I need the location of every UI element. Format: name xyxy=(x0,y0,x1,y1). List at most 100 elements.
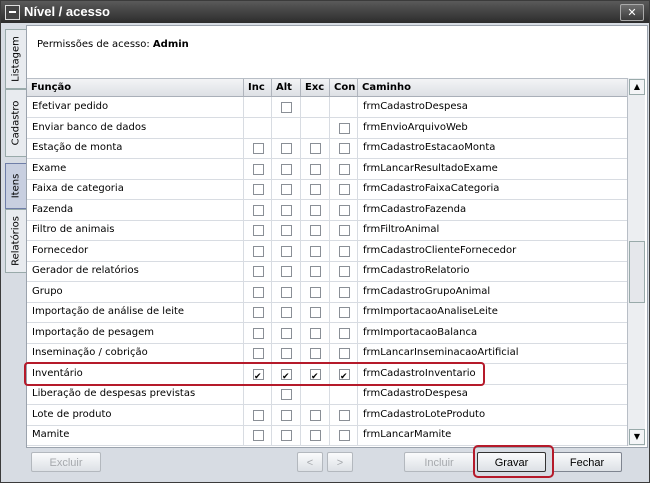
table-row[interactable]: Estação de monta frmCadastroEstacaoMonta xyxy=(27,138,628,159)
checkbox-inc[interactable] xyxy=(253,286,264,298)
table-row[interactable]: Mamite frmLancarMamite xyxy=(27,425,628,446)
scroll-up-arrow-icon[interactable]: ▲ xyxy=(629,79,645,95)
checkbox-exc[interactable] xyxy=(310,266,321,277)
checkbox-con[interactable] xyxy=(339,367,350,384)
checkbox-con[interactable] xyxy=(339,225,350,236)
checkbox-alt[interactable] xyxy=(281,327,292,339)
table-row[interactable]: Efetivar pedido frmCadastroDespesa xyxy=(27,97,628,118)
checkbox-alt[interactable] xyxy=(281,389,292,400)
incluir-button[interactable]: Incluir xyxy=(404,452,474,472)
column-header-con[interactable]: Con xyxy=(330,79,358,96)
window-menu-icon[interactable] xyxy=(5,5,20,20)
checkbox-exc[interactable] xyxy=(310,143,321,154)
checkbox-inc[interactable] xyxy=(253,348,264,359)
fechar-button[interactable]: Fechar xyxy=(552,452,622,472)
prev-button[interactable]: < xyxy=(297,452,323,472)
checkbox-exc[interactable] xyxy=(310,327,321,339)
checkbox-con[interactable] xyxy=(339,245,350,257)
checkbox-inc[interactable] xyxy=(253,266,264,277)
checkbox-con[interactable] xyxy=(339,266,350,277)
tab-itens[interactable]: Itens xyxy=(5,163,27,209)
next-button[interactable]: > xyxy=(327,452,353,472)
column-header-alt[interactable]: Alt xyxy=(272,79,301,96)
checkbox-con[interactable] xyxy=(339,409,350,421)
checkbox-con[interactable] xyxy=(339,204,350,216)
checkbox-inc[interactable] xyxy=(253,184,264,195)
checkbox-con[interactable] xyxy=(339,348,350,359)
checkbox-exc[interactable] xyxy=(310,367,321,384)
checkbox-alt[interactable] xyxy=(281,143,292,154)
checkbox-inc[interactable] xyxy=(253,409,264,421)
vertical-scrollbar[interactable]: ▲ ▼ xyxy=(627,78,645,446)
table-row[interactable]: Inventário frmCadastroInventario xyxy=(27,363,628,385)
table-row[interactable]: Lote de produto frmCadastroLoteProduto xyxy=(27,404,628,426)
checkbox-alt[interactable] xyxy=(281,163,292,175)
checkbox-exc[interactable] xyxy=(310,184,321,195)
tab-cadastro[interactable]: Cadastro xyxy=(5,89,27,157)
checkbox-alt[interactable] xyxy=(281,266,292,277)
checkbox-inc[interactable] xyxy=(253,245,264,257)
checkbox-alt[interactable] xyxy=(281,286,292,298)
column-header-caminho[interactable]: Caminho xyxy=(358,79,628,96)
checkbox-inc[interactable] xyxy=(253,143,264,154)
table-row[interactable]: Fazenda frmCadastroFazenda xyxy=(27,199,628,221)
table-row[interactable]: Importação de análise de leite frmImporta… xyxy=(27,302,628,323)
checkbox-alt[interactable] xyxy=(281,409,292,421)
checkbox-con[interactable] xyxy=(339,184,350,195)
checkbox-con[interactable] xyxy=(339,143,350,154)
checkbox-alt[interactable] xyxy=(281,245,292,257)
cell-exc xyxy=(301,261,330,281)
checkbox-exc[interactable] xyxy=(310,348,321,359)
checkbox-inc[interactable] xyxy=(253,367,264,384)
column-header-inc[interactable]: Inc xyxy=(244,79,272,96)
checkbox-exc[interactable] xyxy=(310,225,321,236)
table-row[interactable]: Liberação de despesas previstas frmCadast… xyxy=(27,384,628,405)
checkbox-con[interactable] xyxy=(339,122,350,134)
checkbox-inc[interactable] xyxy=(253,204,264,216)
checkbox-inc[interactable] xyxy=(253,307,264,318)
checkbox-alt[interactable] xyxy=(281,307,292,318)
checkbox-exc[interactable] xyxy=(310,430,321,441)
checkbox-exc[interactable] xyxy=(310,245,321,257)
column-header-funcao[interactable]: Função xyxy=(27,79,244,96)
table-row[interactable]: Filtro de animais frmFiltroAnimal xyxy=(27,220,628,241)
checkbox-con[interactable] xyxy=(339,430,350,441)
cell-caminho: frmImportacaoBalanca xyxy=(358,322,628,343)
checkbox-exc[interactable] xyxy=(310,286,321,298)
table-row[interactable]: Inseminação / cobrição frmLancarInseminac… xyxy=(27,343,628,364)
close-button[interactable]: ✕ xyxy=(620,4,644,21)
gravar-button[interactable]: Gravar xyxy=(477,452,546,472)
table-row[interactable]: Importação de pesagem frmImportacaoBalanc… xyxy=(27,322,628,344)
checkbox-alt[interactable] xyxy=(281,348,292,359)
checkbox-inc[interactable] xyxy=(253,225,264,236)
table-row[interactable]: Faixa de categoria frmCadastroFaixaCatego… xyxy=(27,179,628,200)
checkbox-exc[interactable] xyxy=(310,409,321,421)
checkbox-con[interactable] xyxy=(339,286,350,298)
scroll-down-arrow-icon[interactable]: ▼ xyxy=(629,429,645,445)
checkbox-con[interactable] xyxy=(339,163,350,175)
checkbox-inc[interactable] xyxy=(253,163,264,175)
excluir-button[interactable]: Excluir xyxy=(31,452,101,472)
checkbox-alt[interactable] xyxy=(281,102,292,113)
checkbox-inc[interactable] xyxy=(253,430,264,441)
checkbox-alt[interactable] xyxy=(281,225,292,236)
checkbox-alt[interactable] xyxy=(281,184,292,195)
scrollbar-thumb[interactable] xyxy=(629,241,645,303)
checkbox-con[interactable] xyxy=(339,327,350,339)
checkbox-exc[interactable] xyxy=(310,307,321,318)
checkbox-alt[interactable] xyxy=(281,430,292,441)
tab-listagem[interactable]: Listagem xyxy=(5,29,27,89)
table-row[interactable]: Exame frmLancarResultadoExame xyxy=(27,158,628,180)
table-row[interactable]: Gerador de relatórios frmCadastroRelatori… xyxy=(27,261,628,282)
table-row[interactable]: Grupo frmCadastroGrupoAnimal xyxy=(27,281,628,303)
checkbox-con[interactable] xyxy=(339,307,350,318)
checkbox-exc[interactable] xyxy=(310,204,321,216)
table-row[interactable]: Fornecedor frmCadastroClienteFornecedor xyxy=(27,240,628,262)
tab-relatorios[interactable]: Relatórios xyxy=(5,209,27,273)
checkbox-exc[interactable] xyxy=(310,163,321,175)
checkbox-inc[interactable] xyxy=(253,327,264,339)
checkbox-alt[interactable] xyxy=(281,204,292,216)
table-row[interactable]: Enviar banco de dados frmEnvioArquivoWeb xyxy=(27,117,628,139)
checkbox-alt[interactable] xyxy=(281,367,292,384)
column-header-exc[interactable]: Exc xyxy=(301,79,330,96)
